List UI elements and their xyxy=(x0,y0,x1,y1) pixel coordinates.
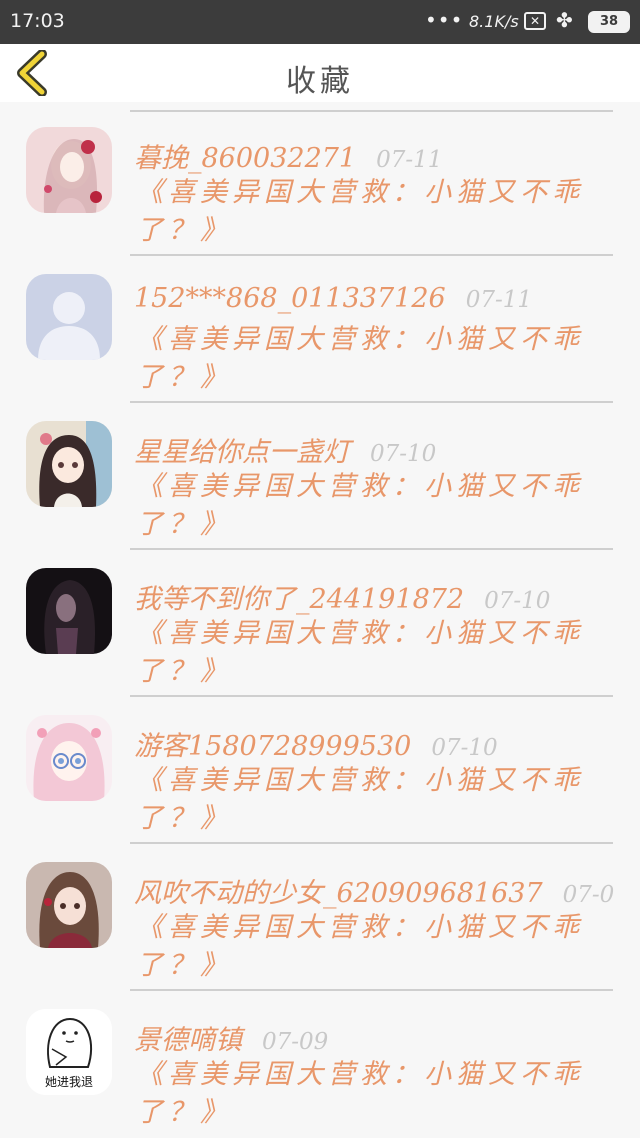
avatar[interactable] xyxy=(26,274,112,360)
avatar-caption: 她进我退 xyxy=(45,1075,93,1089)
item-divider xyxy=(130,401,613,403)
avatar[interactable] xyxy=(26,862,112,948)
item-content[interactable]: 《喜美异国大营救：小猫又不乖了？》 xyxy=(136,762,596,838)
item-date: 07-10 xyxy=(484,588,551,614)
user-name[interactable]: 风吹不动的少女_620909681637 xyxy=(134,878,543,909)
list-item[interactable]: 她进我退 景德嘀镇 07-09 《喜美异国大营救：小猫又不乖了？》 xyxy=(0,992,640,1138)
item-divider xyxy=(130,989,613,991)
list-item[interactable]: 游客1580728999530 07-10 《喜美异国大营救：小猫又不乖了？》 xyxy=(0,698,640,844)
item-header: 152***868_011337126 07-11 xyxy=(134,283,532,314)
anime-girl-avatar-icon xyxy=(26,421,112,507)
list-item[interactable]: 风吹不动的少女_620909681637 07-0 《喜美异国大营救：小猫又不乖了… xyxy=(0,845,640,991)
signal-dots-icon: ••• xyxy=(425,8,464,32)
item-header: 我等不到你了_244191872 07-10 xyxy=(134,577,550,616)
user-name[interactable]: 星星给你点一盏灯 xyxy=(134,437,350,468)
avatar[interactable] xyxy=(26,568,112,654)
item-content[interactable]: 《喜美异国大营救：小猫又不乖了？》 xyxy=(136,468,596,544)
item-header: 暮挽_860032271 07-11 xyxy=(134,136,442,175)
user-name[interactable]: 我等不到你了_244191872 xyxy=(134,584,464,615)
status-time: 17:03 xyxy=(10,10,65,32)
brown-hair-girl-avatar-icon xyxy=(26,862,112,948)
no-sim-icon: ✕ xyxy=(524,12,546,30)
battery-level: 38 xyxy=(588,11,630,33)
meme-sticker-avatar-icon: 她进我退 xyxy=(26,1009,112,1095)
item-header: 景德嘀镇 07-09 xyxy=(134,1018,328,1057)
user-name[interactable]: 景德嘀镇 xyxy=(134,1025,242,1056)
item-divider xyxy=(130,254,613,256)
item-date: 07-10 xyxy=(370,441,437,467)
user-name[interactable]: 游客1580728999530 xyxy=(134,731,411,762)
list-item[interactable]: 星星给你点一盏灯 07-10 《喜美异国大营救：小猫又不乖了？》 xyxy=(0,404,640,550)
item-date: 07-10 xyxy=(431,735,498,761)
title-bar: 收藏 xyxy=(0,44,640,102)
list-item[interactable]: 我等不到你了_244191872 07-10 《喜美异国大营救：小猫又不乖了？》 xyxy=(0,551,640,697)
item-date: 07-11 xyxy=(376,147,443,173)
item-header: 风吹不动的少女_620909681637 07-0 xyxy=(134,871,614,910)
dark-girl-avatar-icon xyxy=(26,568,112,654)
item-divider xyxy=(130,548,613,550)
list-item[interactable]: 暮挽_860032271 07-11 《喜美异国大营救：小猫又不乖了？》 xyxy=(0,110,640,256)
girl-flowers-avatar-icon xyxy=(26,127,112,213)
item-content[interactable]: 《喜美异国大营救：小猫又不乖了？》 xyxy=(136,321,596,397)
pink-anime-avatar-icon xyxy=(26,715,112,801)
user-name[interactable]: 152***868_011337126 xyxy=(134,283,446,314)
item-divider xyxy=(130,695,613,697)
list-item[interactable]: 152***868_011337126 07-11 《喜美异国大营救：小猫又不乖了… xyxy=(0,257,640,403)
item-content[interactable]: 《喜美异国大营救：小猫又不乖了？》 xyxy=(136,909,596,985)
item-date: 07-0 xyxy=(562,882,615,908)
item-divider xyxy=(130,842,613,844)
net-speed: 8.1K/s xyxy=(469,12,519,31)
item-date: 07-11 xyxy=(465,287,532,313)
item-content[interactable]: 《喜美异国大营救：小猫又不乖了？》 xyxy=(136,1056,596,1132)
page-title: 收藏 xyxy=(286,64,354,99)
item-header: 星星给你点一盏灯 07-10 xyxy=(134,430,436,469)
avatar[interactable] xyxy=(26,715,112,801)
item-content[interactable]: 《喜美异国大营救：小猫又不乖了？》 xyxy=(136,615,596,691)
clover-icon: ✤ xyxy=(556,8,573,32)
user-name[interactable]: 暮挽_860032271 xyxy=(134,143,356,174)
item-content[interactable]: 《喜美异国大营救：小猫又不乖了？》 xyxy=(136,174,596,250)
item-date: 07-09 xyxy=(262,1029,329,1055)
avatar[interactable] xyxy=(26,127,112,213)
default-user-avatar-icon xyxy=(26,274,112,360)
status-bar: 17:03 ••• 8.1K/s ✕ ✤ 38 xyxy=(0,0,640,44)
avatar[interactable]: 她进我退 xyxy=(26,1009,112,1095)
avatar[interactable] xyxy=(26,421,112,507)
item-header: 游客1580728999530 07-10 xyxy=(134,724,498,763)
